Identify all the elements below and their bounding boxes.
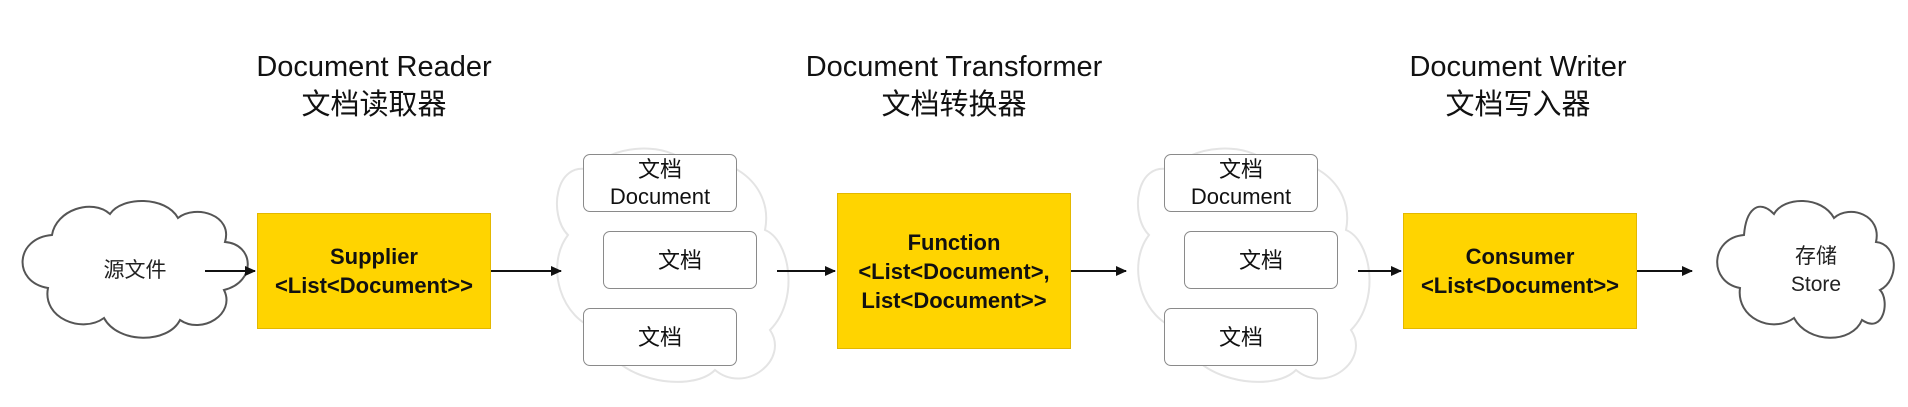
doc-stack-2-document-3: 文档: [1164, 308, 1318, 366]
reader-heading: Document Reader 文档读取器: [224, 48, 524, 124]
source-file-label: 源文件: [103, 259, 167, 282]
writer-heading: Document Writer 文档写入器: [1368, 48, 1668, 124]
pipeline-diagram: Document Reader 文档读取器 Document Transform…: [0, 0, 1908, 407]
store-label: 存储 Store: [1742, 240, 1890, 302]
reader-title-zh: 文档读取器: [301, 89, 447, 121]
doc-stack-2-document-1: 文档 Document: [1164, 154, 1318, 212]
function-line-3: List<Document>>: [861, 287, 1047, 313]
function-line-2: <List<Document>,: [858, 258, 1050, 284]
writer-title-en: Document Writer: [1409, 51, 1627, 83]
store-label-zh: 存储: [1795, 245, 1837, 268]
supplier-line-1: Supplier: [329, 244, 418, 269]
reader-title-en: Document Reader: [256, 51, 492, 83]
doc-stack-1-document-2: 文档: [603, 231, 757, 289]
transformer-title-en: Document Transformer: [805, 51, 1103, 83]
transformer-title-zh: 文档转换器: [881, 89, 1027, 121]
doc-stack-1-document-1: 文档 Document: [583, 154, 737, 212]
consumer-line-2: <List<Document>>: [1420, 273, 1620, 298]
supplier-line-2: <List<Document>>: [274, 273, 474, 298]
store-label-en: Store: [1790, 273, 1842, 296]
function-line-1: Function: [907, 229, 1001, 255]
doc-stack-1-document-3: 文档: [583, 308, 737, 366]
writer-title-zh: 文档写入器: [1445, 89, 1591, 121]
consumer-line-1: Consumer: [1465, 244, 1575, 269]
function-box: Function <List<Document>, List<Document>…: [837, 193, 1071, 349]
supplier-box: Supplier <List<Document>>: [257, 213, 491, 329]
transformer-heading: Document Transformer 文档转换器: [754, 48, 1154, 124]
doc-stack-2-document-2: 文档: [1184, 231, 1338, 289]
consumer-box: Consumer <List<Document>>: [1403, 213, 1637, 329]
